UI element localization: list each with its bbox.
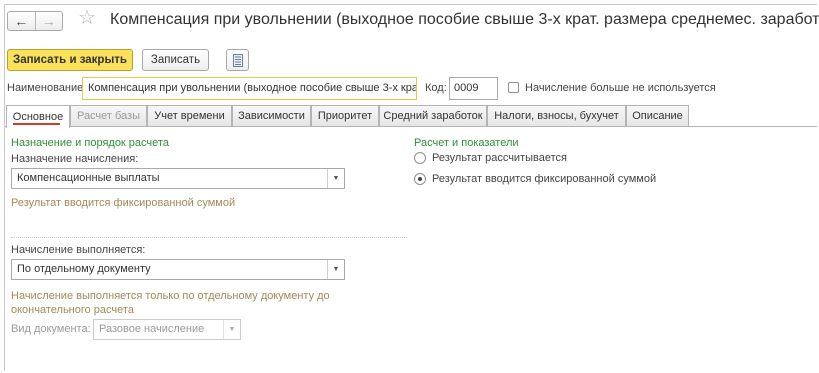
tab-priority[interactable]: Приоритет <box>311 105 379 126</box>
name-input[interactable]: Компенсация при увольнении (выходное пос… <box>82 77 417 100</box>
chevron-down-icon[interactable]: ▼ <box>327 260 344 279</box>
tab-description[interactable]: Описание <box>626 105 689 126</box>
divider <box>11 237 407 238</box>
page-title: Компенсация при увольнении (выходное пос… <box>110 11 819 28</box>
purpose-hint: Результат вводится фиксированной суммой <box>11 197 236 209</box>
document-button[interactable] <box>226 49 249 71</box>
name-label: Наименование: <box>7 82 87 94</box>
execution-hint: Начисление выполняется только по отдельн… <box>11 290 330 316</box>
chevron-down-icon: ▼ <box>223 320 240 339</box>
save-button[interactable]: Записать <box>142 49 209 71</box>
forward-button[interactable]: → <box>34 12 63 30</box>
tab-base-calculation[interactable]: Расчет базы <box>70 105 147 126</box>
section-title-purpose: Назначение и порядок расчета <box>11 137 169 149</box>
doc-type-value: Разовое начисление <box>99 323 205 335</box>
not-used-label[interactable]: Начисление больше не используется <box>525 82 716 94</box>
active-tab-indicator <box>13 123 60 125</box>
radio-calculated-label[interactable]: Результат рассчитывается <box>432 152 567 164</box>
nav-buttons: ← → <box>7 11 63 31</box>
arrow-right-icon: → <box>41 13 56 29</box>
radio-calculated[interactable] <box>414 152 426 164</box>
section-title-calculation: Расчет и показатели <box>414 137 519 149</box>
arrow-left-icon: ← <box>14 13 29 29</box>
radio-fixed-label[interactable]: Результат вводится фиксированной суммой <box>432 173 656 185</box>
tab-dependencies[interactable]: Зависимости <box>232 105 311 126</box>
chevron-down-icon[interactable]: ▼ <box>327 169 344 188</box>
save-and-close-button[interactable]: Записать и закрыть <box>7 49 133 71</box>
execution-select[interactable]: По отдельному документу ▼ <box>11 259 345 280</box>
purpose-value: Компенсационные выплаты <box>17 172 160 184</box>
code-label: Код: <box>425 82 447 94</box>
radio-fixed[interactable] <box>414 173 426 185</box>
purpose-select[interactable]: Компенсационные выплаты ▼ <box>11 168 345 189</box>
tab-average-earnings[interactable]: Средний заработок <box>379 105 487 126</box>
execution-value: По отдельному документу <box>17 263 151 275</box>
not-used-checkbox[interactable] <box>508 82 519 93</box>
tab-time-accounting[interactable]: Учет времени <box>147 105 232 126</box>
favorite-star-icon[interactable]: ☆ <box>78 8 96 28</box>
doc-type-select: Разовое начисление ▼ <box>93 319 241 340</box>
doc-type-label: Вид документа: <box>11 323 91 335</box>
execution-label: Начисление выполняется: <box>11 244 146 256</box>
code-input[interactable]: 0009 <box>449 77 498 100</box>
tab-taxes-accounting[interactable]: Налоги, взносы, бухучет <box>487 105 626 126</box>
purpose-label: Назначение начисления: <box>11 153 139 165</box>
document-icon <box>232 53 243 67</box>
back-button[interactable]: ← <box>8 12 35 30</box>
